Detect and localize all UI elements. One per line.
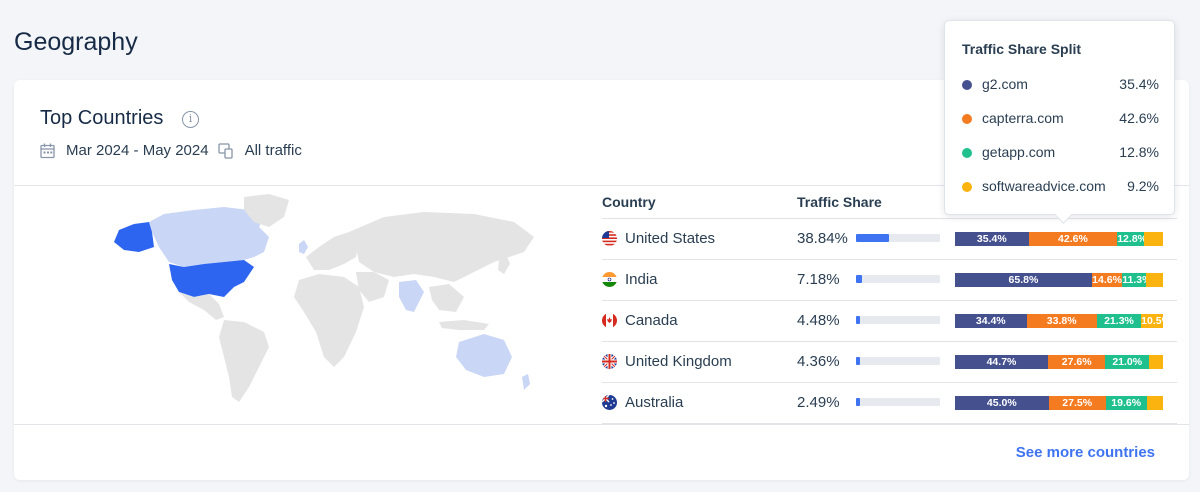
map-south-america: [219, 320, 269, 402]
split-segment: [1149, 355, 1163, 369]
country-name[interactable]: Australia: [625, 394, 683, 411]
split-segment: 21.0%: [1105, 355, 1150, 369]
split-segment: [1146, 396, 1163, 410]
traffic-split-bar[interactable]: 34.4%33.8%21.3%10.5%: [955, 314, 1163, 328]
split-segment: 34.4%: [955, 314, 1027, 328]
tooltip-item-label: softwareadvice.com: [982, 178, 1106, 194]
split-segment: [1143, 232, 1163, 246]
map-alaska: [114, 222, 154, 252]
map-indonesia: [439, 320, 489, 330]
tooltip-item-value: 35.4%: [1119, 76, 1159, 92]
split-segment: 42.6%: [1028, 232, 1118, 246]
tooltip-item-value: 9.2%: [1127, 178, 1159, 194]
traffic-share-fill: [856, 398, 861, 406]
traffic-share-bar: [856, 234, 940, 242]
tooltip-item-label: getapp.com: [982, 144, 1056, 160]
uk-flag-icon: [602, 354, 617, 369]
country-name[interactable]: India: [625, 271, 658, 288]
split-segment: 12.8%: [1117, 232, 1144, 246]
legend-dot: [962, 114, 972, 124]
devices-icon: [217, 142, 233, 159]
map-uk: [299, 240, 308, 254]
world-map: [114, 194, 534, 402]
tooltip-item: g2.com 35.4%: [962, 76, 1159, 96]
traffic-share-bar: [856, 398, 940, 406]
traffic-share-value: 4.36%: [797, 353, 840, 370]
tooltip-item-label: g2.com: [982, 76, 1028, 92]
info-icon[interactable]: i: [182, 111, 199, 128]
split-segment: 27.5%: [1048, 396, 1106, 410]
traffic-split-tooltip: Traffic Share Split g2.com 35.4% capterr…: [944, 20, 1175, 215]
date-range: Mar 2024 - May 2024: [66, 142, 209, 159]
map-asia: [349, 212, 534, 282]
traffic-share-bar: [856, 316, 940, 324]
traffic-share-fill: [856, 316, 861, 324]
tooltip-item-value: 42.6%: [1119, 110, 1159, 126]
divider: [14, 424, 1189, 425]
split-segment: 45.0%: [955, 396, 1049, 410]
split-segment: 33.8%: [1026, 314, 1097, 328]
card-title: Top Countries: [40, 107, 164, 129]
header-country: Country: [602, 194, 656, 210]
tooltip-item: capterra.com 42.6%: [962, 110, 1159, 130]
split-segment: 11.3%: [1122, 273, 1146, 287]
canada-flag-icon: [602, 313, 617, 328]
map-africa: [294, 274, 364, 367]
traffic-share-value: 2.49%: [797, 394, 840, 411]
split-segment: 21.3%: [1096, 314, 1142, 328]
table-row[interactable]: India 7.18% 65.8%14.6%11.3%: [602, 260, 1177, 301]
india-flag-icon: [602, 272, 617, 287]
map-se-asia: [429, 284, 464, 312]
table-row[interactable]: Canada 4.48% 34.4%33.8%21.3%10.5%: [602, 301, 1177, 342]
australia-flag-icon: [602, 395, 617, 410]
map-new-zealand: [522, 374, 530, 390]
traffic-type: All traffic: [244, 142, 302, 159]
tooltip-item: getapp.com 12.8%: [962, 144, 1159, 164]
split-segment: 35.4%: [955, 232, 1029, 246]
map-mexico: [179, 292, 224, 320]
tooltip-item: softwareadvice.com 9.2%: [962, 178, 1159, 198]
legend-dot: [962, 148, 972, 158]
table-row[interactable]: United States 38.84% 35.4%42.6%12.8%: [602, 219, 1177, 260]
map-europe: [306, 232, 359, 270]
traffic-share-bar: [856, 357, 940, 365]
traffic-split-bar[interactable]: 44.7% 27.6% 21.0%: [955, 355, 1163, 369]
traffic-share-fill: [856, 357, 861, 365]
split-segment: 65.8%: [955, 273, 1092, 287]
traffic-split-bar[interactable]: 65.8%14.6%11.3%: [955, 273, 1163, 287]
legend-dot: [962, 80, 972, 90]
traffic-share-value: 7.18%: [797, 271, 840, 288]
map-india: [399, 280, 424, 312]
country-name[interactable]: United States: [625, 230, 715, 247]
split-segment: 19.6%: [1105, 396, 1147, 410]
see-more-countries-link[interactable]: See more countries: [1016, 444, 1155, 461]
us-flag-icon: [602, 231, 617, 246]
country-name[interactable]: United Kingdom: [625, 353, 732, 370]
map-australia: [456, 334, 512, 377]
card-meta: Mar 2024 - May 2024 All traffic: [40, 142, 302, 159]
split-segment: 14.6%: [1091, 273, 1123, 287]
table-row[interactable]: United Kingdom 4.36% 44.7% 27.6% 21.0%: [602, 342, 1177, 383]
split-segment: [1145, 273, 1163, 287]
tooltip-item-label: capterra.com: [982, 110, 1064, 126]
traffic-share-fill: [856, 275, 863, 283]
calendar-icon: [40, 143, 55, 158]
traffic-share-value: 4.48%: [797, 312, 840, 329]
split-segment: 27.6%: [1047, 355, 1106, 369]
traffic-share-value: 38.84%: [797, 230, 848, 247]
traffic-share-fill: [856, 234, 889, 242]
split-segment: 44.7%: [955, 355, 1048, 369]
tooltip-title: Traffic Share Split: [962, 41, 1082, 57]
page-title: Geography: [14, 28, 138, 56]
tooltip-item-value: 12.8%: [1119, 144, 1159, 160]
traffic-split-bar[interactable]: 45.0% 27.5% 19.6%: [955, 396, 1163, 410]
country-name[interactable]: Canada: [625, 312, 678, 329]
split-segment: 10.5%: [1141, 314, 1163, 328]
header-traffic-share: Traffic Share: [797, 194, 882, 210]
table-row[interactable]: Australia 2.49% 45.0% 27.5% 19.6%: [602, 383, 1177, 424]
legend-dot: [962, 182, 972, 192]
traffic-split-bar[interactable]: 35.4%42.6%12.8%: [955, 232, 1163, 246]
traffic-share-bar: [856, 275, 940, 283]
